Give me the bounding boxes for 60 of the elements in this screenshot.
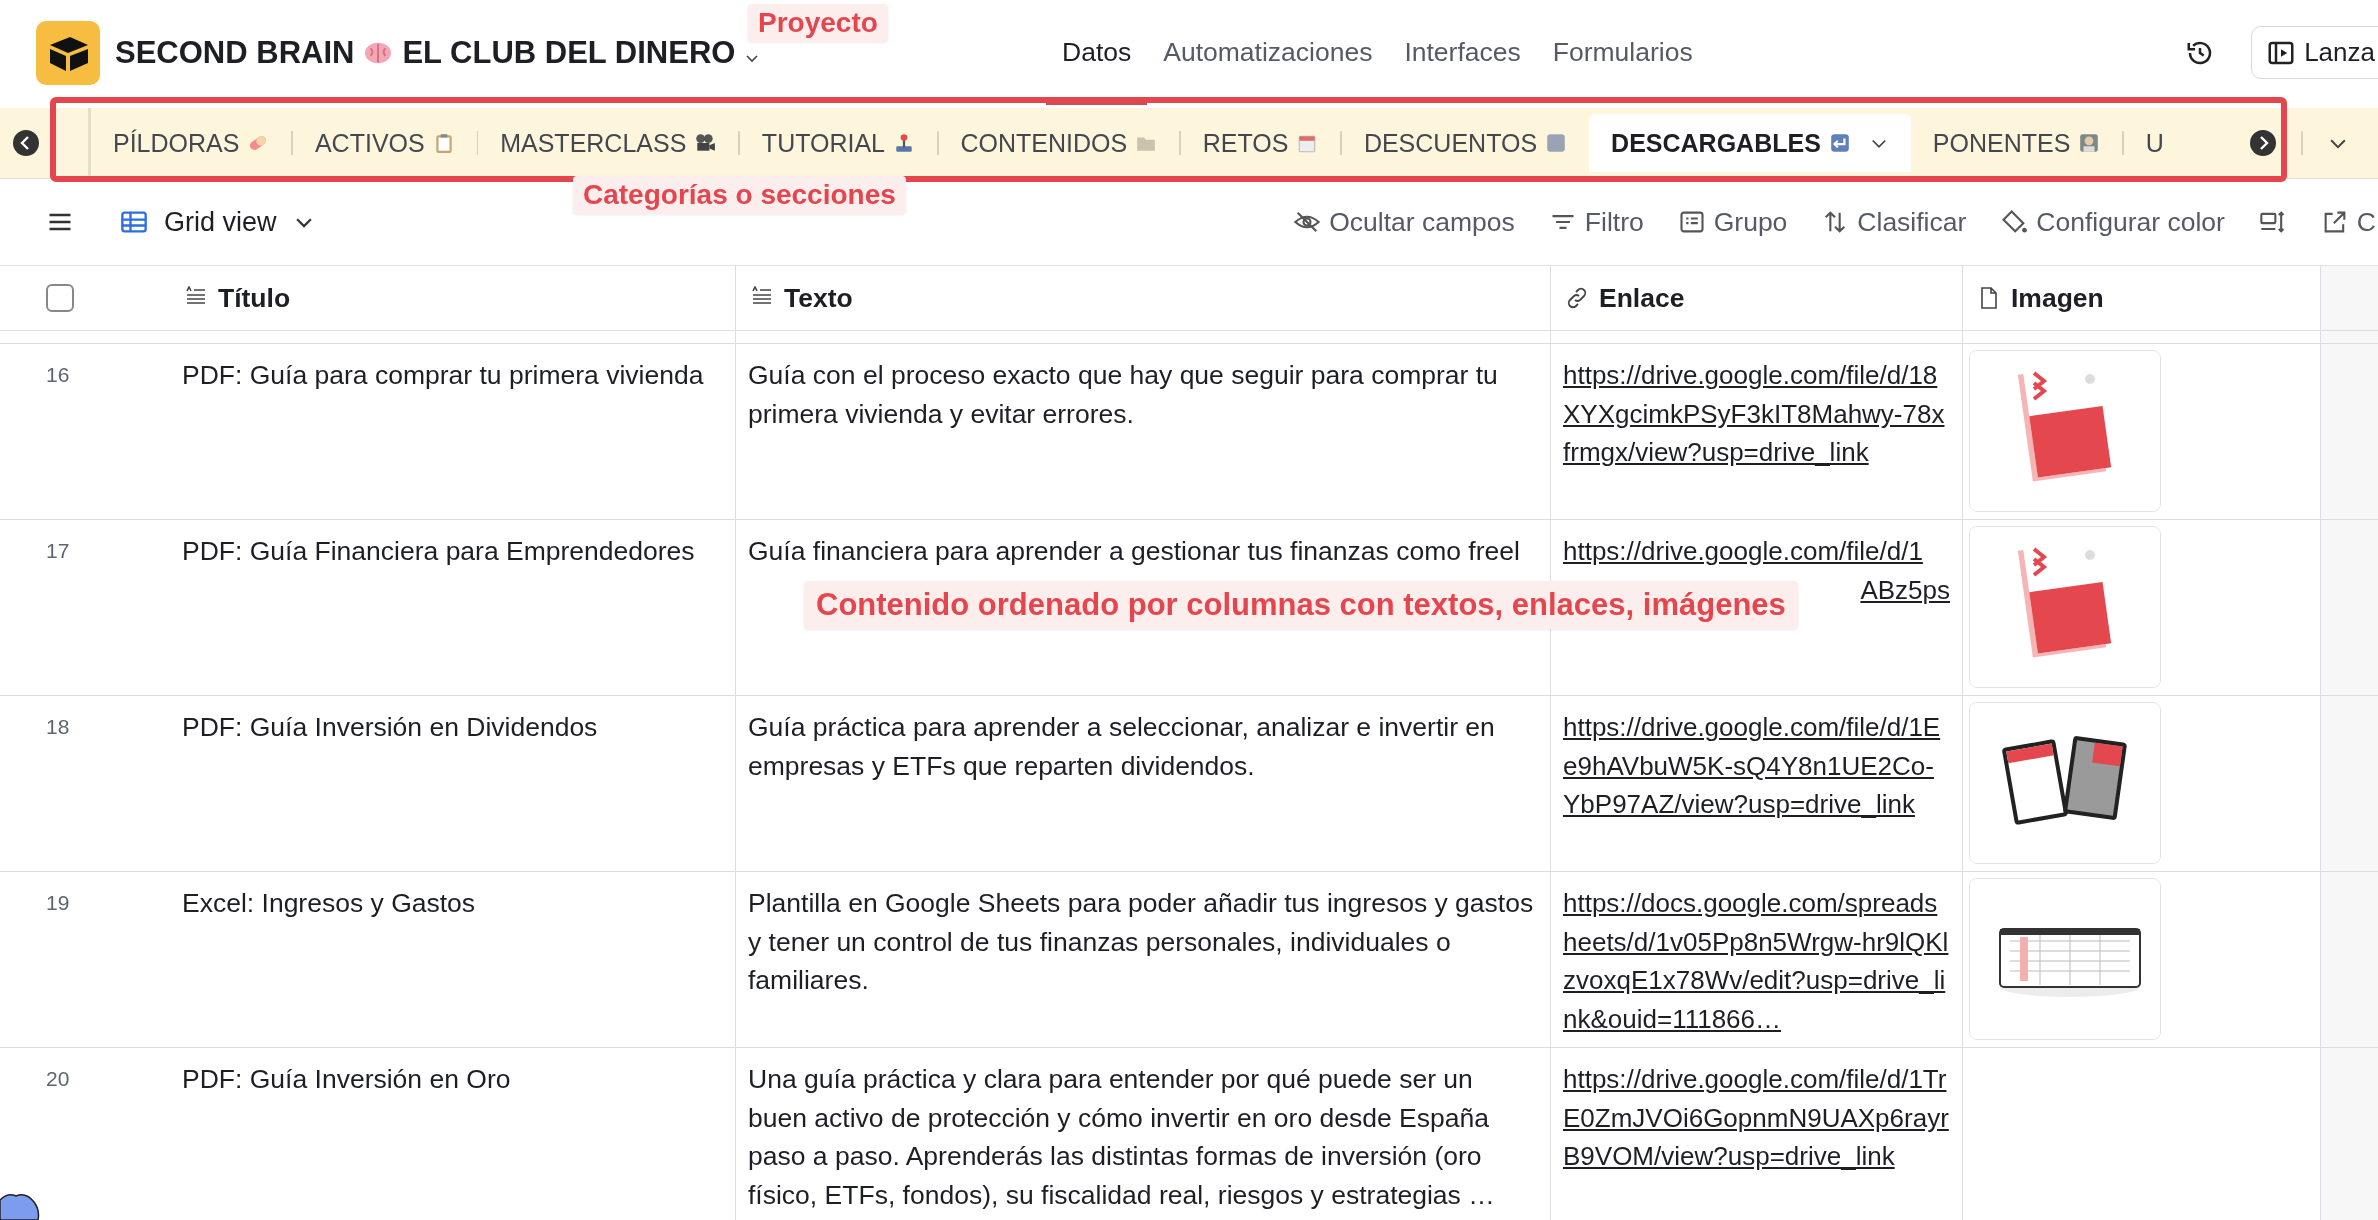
paint-bucket-icon <box>2000 208 2029 236</box>
table-cell: PDF: Guía para comprar tu primera vivienda <box>182 360 704 390</box>
toolbar-button[interactable]: Grupo <box>1667 200 1798 244</box>
category-tab[interactable]: DESCARGABLES <box>1589 114 1911 172</box>
select-all-checkbox[interactable] <box>46 284 74 312</box>
column-header[interactable]: Enlace <box>1550 266 1962 330</box>
nav-tab[interactable]: Datos <box>1046 0 1148 105</box>
nav-tab[interactable]: Formularios <box>1536 0 1709 105</box>
category-tab[interactable]: PÍLDORAS <box>91 114 292 172</box>
row-number: 19 <box>46 890 70 916</box>
category-tab[interactable]: RETOS <box>1180 114 1341 172</box>
square-icon <box>1545 132 1568 154</box>
category-tab[interactable]: U <box>2123 114 2186 172</box>
column-header[interactable]: Texto <box>735 266 1550 330</box>
launch-button[interactable]: Lanza <box>2251 26 2378 79</box>
table-cell: PDF: Guía Financiera para Emprendedores <box>182 536 695 566</box>
category-tab[interactable]: TUTORIAL <box>739 114 938 172</box>
view-switcher[interactable]: Grid view <box>114 205 321 239</box>
table-cell-text: Una guía práctica y clara para entender por qué puede ser un buen activo de protección y cómo invertir en oro desde España paso a paso. Aprenderás las distintas formas de inversión (oro físico, ETFs, fondos), su fiscalidad real, riesgos y estrategias … <box>748 1063 1496 1212</box>
nav-tab[interactable]: Automatizaciones <box>1147 0 1389 105</box>
row-number: 20 <box>46 1066 70 1092</box>
scroll-right-button[interactable] <box>2249 129 2277 157</box>
camera-icon <box>694 132 717 154</box>
row-number: 16 <box>46 362 70 388</box>
link-icon <box>1565 286 1589 310</box>
row-number: 17 <box>46 538 70 564</box>
annotation-label: Contenido ordenado por columnas con textos, enlaces, imágenes <box>804 581 1798 629</box>
link[interactable]: https://docs.google.com/spreadsheets/d/1v05Pp8n5Wrgw-hr9lQKlzvoxqE1x78Wv/edit?usp=drive_link&ouid=111866… <box>1563 884 1950 1038</box>
link[interactable]: https://drive.google.com/file/d/18XYXgcimkPSyF3kIT8Mahwy-78xfrmgx/view?usp=drive_link <box>1563 356 1950 472</box>
project-title: EL CLUB DEL DINERO <box>402 34 736 71</box>
table-cell-text: Guía con el proceso exacto que hay que seguir para comprar tu primera vivienda y evitar errores. <box>748 359 1499 431</box>
share-button[interactable]: C <box>2310 200 2378 244</box>
logo-icon <box>36 20 100 85</box>
category-tab[interactable]: MASTERCLASS <box>478 114 739 172</box>
project-title: SECOND BRAIN <box>115 34 355 71</box>
table-cell: PDF: Guía Inversión en Oro <box>182 1064 511 1094</box>
link[interactable]: ABz5ps <box>1860 570 1950 609</box>
toolbar-button[interactable]: Clasificar <box>1811 200 1977 244</box>
column-header[interactable]: Título <box>170 266 735 330</box>
person-icon <box>2078 132 2101 154</box>
toolbar-button[interactable]: Filtro <box>1538 200 1654 244</box>
nav-tab[interactable]: Interfaces <box>1388 0 1537 105</box>
annotation-label: Categorías o secciones <box>573 176 906 214</box>
table-cell-text: Guía financiera para aprender a gestionar tus finanzas como freel <box>748 535 1521 568</box>
row-number: 18 <box>46 714 70 740</box>
scroll-left-button[interactable] <box>12 129 40 157</box>
toolbar-button[interactable]: Ocultar campos <box>1283 200 1525 244</box>
table-cell: Excel: Ingresos y Gastos <box>182 888 476 918</box>
table-cell: PDF: Guía Inversión en Dividendos <box>182 712 598 742</box>
link[interactable]: https://drive.google.com/file/d/1Ee9hAVbuW5K-sQ4Y8n1UE2Co-YbP97AZ/view?usp=drive_link <box>1563 708 1950 824</box>
category-tab[interactable]: CONTENIDOS <box>938 114 1180 172</box>
annotation-label: Proyecto <box>748 4 888 42</box>
category-tab[interactable]: DESCUENTOS <box>1341 114 1590 172</box>
toolbar-button[interactable]: Configurar color <box>1990 200 2235 244</box>
category-tab[interactable]: PONENTES <box>1910 114 2123 172</box>
table-cell-text: Guía práctica para aprender a seleccionar, analizar e invertir en empresas y ETFs que reparten dividendos. <box>748 711 1496 783</box>
table-cell-text: Plantilla en Google Sheets para poder añadir tus ingresos y gastos y tener un control de tus finanzas personales, individuales o familiares. <box>748 887 1535 997</box>
link[interactable]: https://drive.google.com/file/d/1TrE0ZmJVOi6GopnmN9UAXp6rayrB9VOM/view?usp=drive_link <box>1563 1060 1950 1176</box>
category-tab[interactable]: ACTIVOS <box>292 114 477 172</box>
link[interactable]: https://drive.google.com/file/d/1 <box>1563 532 1950 571</box>
